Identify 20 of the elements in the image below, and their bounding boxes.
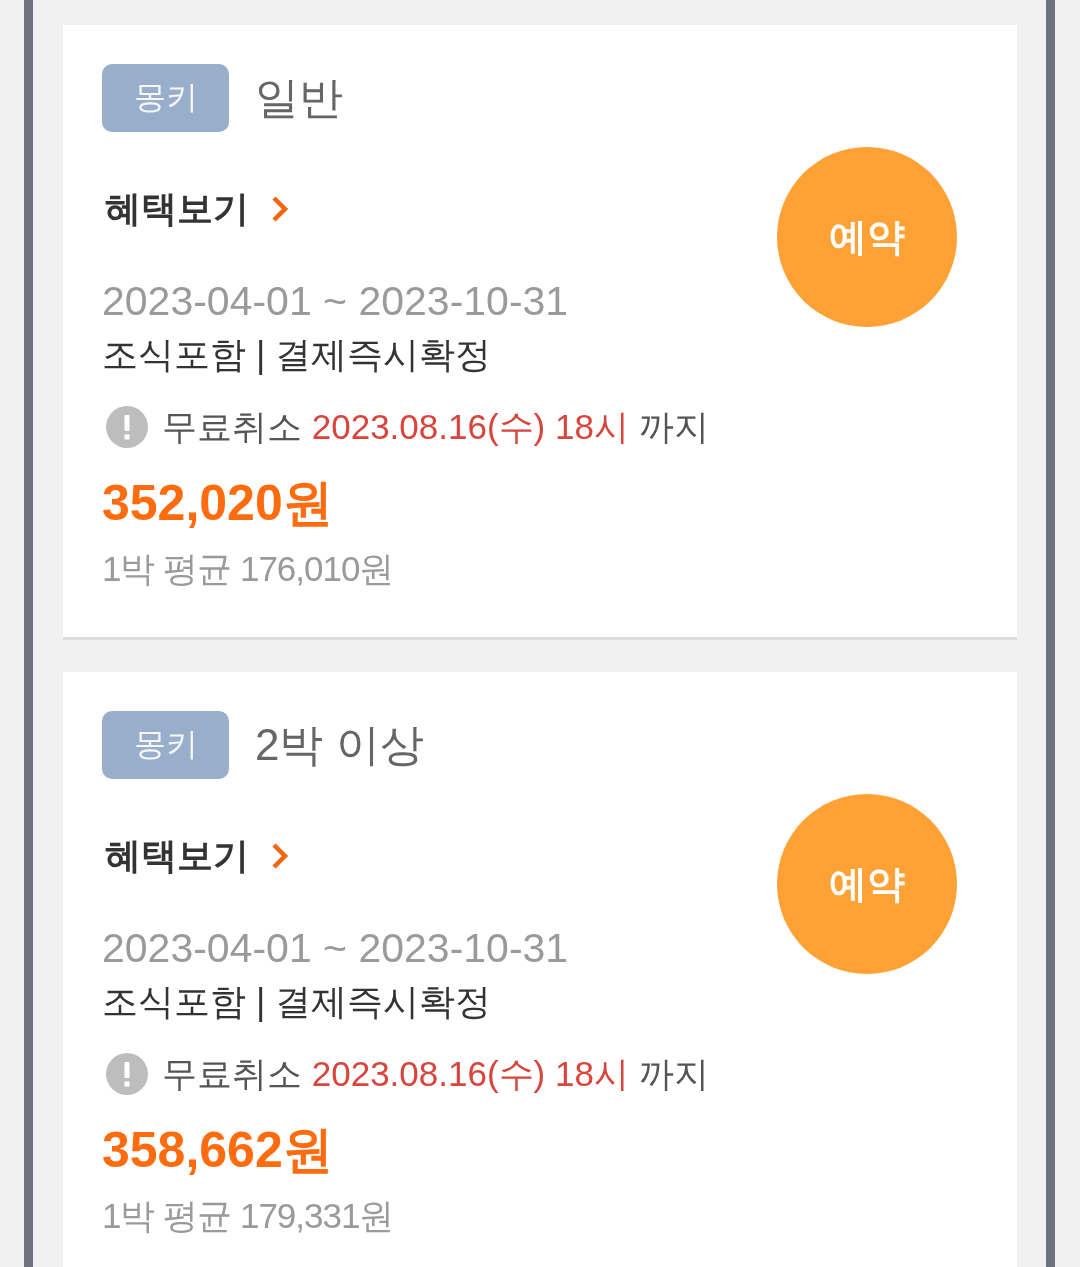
date-range: 2023-04-01 ~ 2023-10-31 xyxy=(102,924,570,973)
date-range: 2023-04-01 ~ 2023-10-31 xyxy=(102,277,570,326)
rate-title: 일반 xyxy=(255,72,343,124)
cancellation-notice: 무료취소 2023.08.16(수) 18시 까지 xyxy=(162,406,709,448)
chevron-right-icon xyxy=(271,842,289,870)
exclamation-icon xyxy=(106,406,148,448)
category-badge: 몽키 xyxy=(102,64,229,132)
chevron-right-icon xyxy=(271,195,289,223)
cancellation-notice: 무료취소 2023.08.16(수) 18시 까지 xyxy=(162,1053,709,1095)
nightly-average: 1박 평균 176,010원 xyxy=(102,548,395,590)
total-price: 358,662원 xyxy=(102,1121,334,1180)
rate-title: 2박 이상 xyxy=(255,719,424,771)
nightly-average: 1박 평균 179,331원 xyxy=(102,1195,395,1237)
benefits-link[interactable]: 혜택보기 xyxy=(102,184,289,234)
conditions-text: 조식포함 | 결제즉시확정 xyxy=(102,980,493,1024)
conditions-text: 조식포함 | 결제즉시확정 xyxy=(102,333,493,377)
exclamation-icon xyxy=(106,1053,148,1095)
category-badge: 몽키 xyxy=(102,711,229,779)
benefits-link[interactable]: 혜택보기 xyxy=(102,831,289,881)
total-price: 352,020원 xyxy=(102,474,334,533)
